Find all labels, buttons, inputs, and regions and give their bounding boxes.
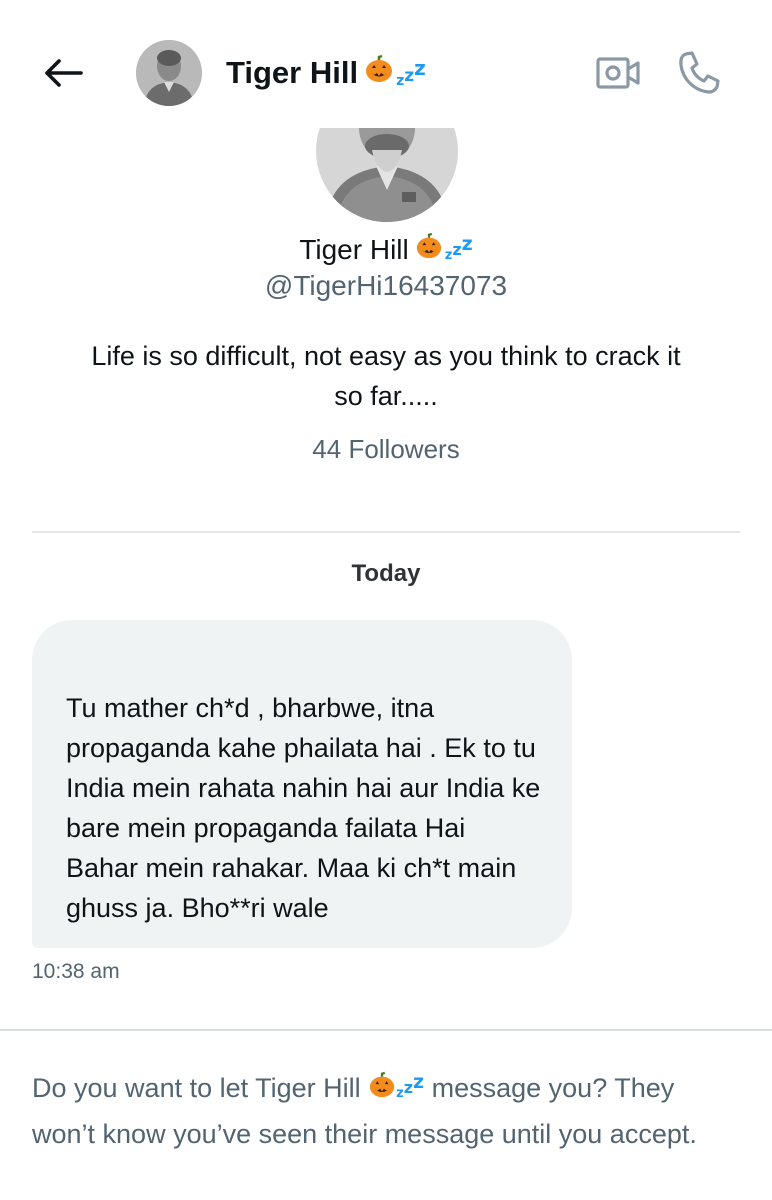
arrow-left-icon xyxy=(45,59,83,87)
zzz-icon: zzz xyxy=(396,1071,425,1101)
voice-call-button[interactable] xyxy=(676,48,722,96)
avatar-photo xyxy=(136,40,202,106)
divider xyxy=(32,531,740,533)
pumpkin-icon xyxy=(415,232,443,267)
pumpkin-icon xyxy=(364,54,394,92)
zzz-icon: zzz xyxy=(444,233,473,263)
dm-conversation-screen: Tiger Hill zzz Tiger Hill zzz @TigerHi16… xyxy=(0,0,772,1200)
request-text-prefix: Do you want to let Tiger Hill xyxy=(32,1073,361,1103)
followers-count[interactable]: 44 Followers xyxy=(0,434,772,465)
back-button[interactable] xyxy=(38,50,88,96)
zzz-icon: zzz xyxy=(396,56,426,89)
video-camera-icon xyxy=(596,57,640,89)
video-call-button[interactable] xyxy=(594,50,642,96)
header-name: Tiger Hill xyxy=(226,55,359,90)
profile-bio: Life is so difficult, not easy as you th… xyxy=(91,341,681,411)
profile-name[interactable]: Tiger Hill zzz xyxy=(0,232,772,267)
message-bubble[interactable]: Tu mather ch*d , bharbwe, itna propagand… xyxy=(32,620,572,948)
profile-handle[interactable]: @TigerHi16437073 xyxy=(0,270,772,302)
date-separator: Today xyxy=(351,560,421,587)
phone-icon xyxy=(679,51,720,94)
pumpkin-icon xyxy=(368,1070,396,1110)
message-request-prompt: Do you want to let Tiger Hill zzz messag… xyxy=(32,1062,732,1154)
conversation-header: Tiger Hill zzz xyxy=(0,0,772,128)
header-avatar[interactable] xyxy=(136,40,202,106)
header-title[interactable]: Tiger Hill zzz xyxy=(226,50,426,96)
profile-name-text: Tiger Hill xyxy=(299,233,409,265)
message-timestamp: 10:38 am xyxy=(32,960,120,983)
divider xyxy=(0,1029,772,1031)
message-text: Tu mather ch*d , bharbwe, itna propagand… xyxy=(66,693,541,923)
